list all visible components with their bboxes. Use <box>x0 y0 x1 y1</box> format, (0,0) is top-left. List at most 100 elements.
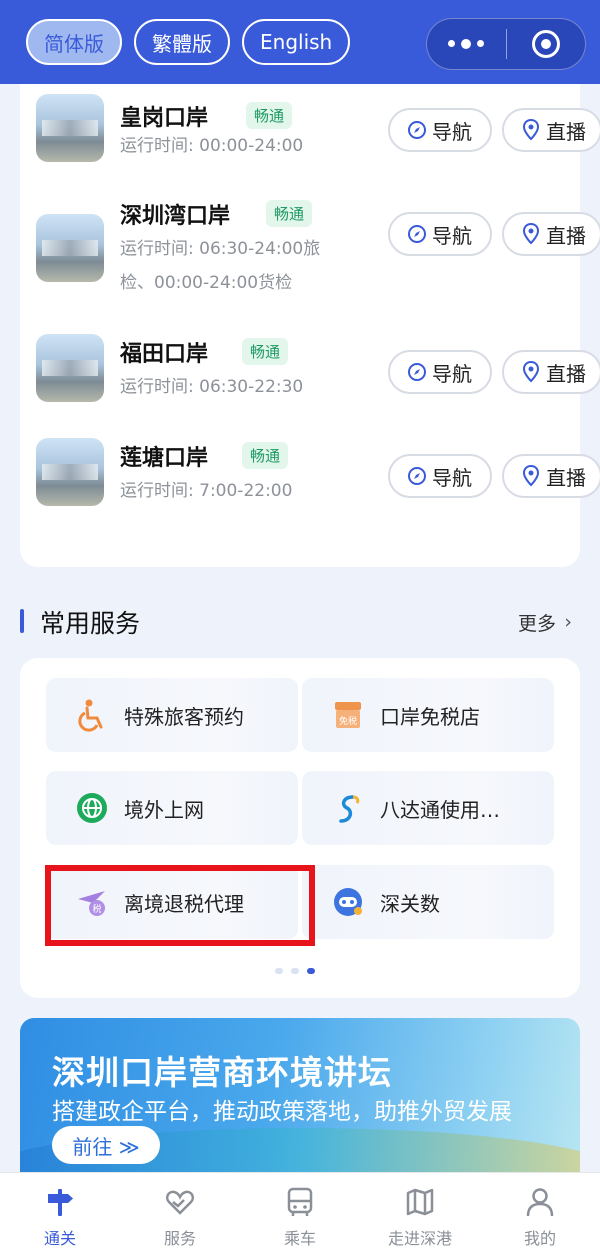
wheelchair-icon <box>74 697 110 733</box>
port-item: 莲塘口岸 畅通 运行时间: 7:00-22:00 导航 直播 <box>36 438 600 528</box>
live-label: 直播 <box>546 465 586 490</box>
tab-explore[interactable]: 走进深港 <box>360 1173 480 1255</box>
user-icon <box>523 1185 557 1219</box>
port-hours: 运行时间: 06:30-22:30 <box>120 377 304 397</box>
compass-icon <box>406 223 428 245</box>
service-tax-refund[interactable]: 税 离境退税代理 <box>46 865 298 939</box>
tab-transit[interactable]: 乘车 <box>240 1173 360 1255</box>
live-label: 直播 <box>546 361 586 386</box>
service-label: 八达通使用… <box>380 797 500 822</box>
port-item: 皇岗口岸 畅通 运行时间: 00:00-24:00 导航 直播 <box>36 94 600 184</box>
more-link[interactable]: 更多 <box>518 609 556 636</box>
service-label: 境外上网 <box>124 797 204 822</box>
miniprogram-capsule <box>426 18 586 70</box>
live-button[interactable]: 直播 <box>502 108 600 152</box>
map-icon <box>403 1185 437 1219</box>
port-photo <box>36 94 104 162</box>
service-label: 深关数 <box>380 891 440 916</box>
port-hours: 运行时间: 7:00-22:00 <box>120 481 293 501</box>
navigate-label: 导航 <box>432 119 472 144</box>
status-badge: 畅通 <box>246 102 293 129</box>
close-miniprogram-icon[interactable] <box>507 30 586 58</box>
port-name: 深圳湾口岸 <box>120 204 231 229</box>
location-pin-icon <box>520 361 542 383</box>
banner-subtitle: 搭建政企平台，推动政策落地，助推外贸发展 <box>52 1099 512 1125</box>
port-photo <box>36 214 104 282</box>
robot-icon <box>330 884 366 920</box>
live-label: 直播 <box>546 119 586 144</box>
promo-banner[interactable]: 深圳口岸营商环境讲坛 搭建政企平台，推动政策落地，助推外贸发展 前往 ≫ <box>20 1018 580 1178</box>
service-duty-free[interactable]: 免税 口岸免税店 <box>302 678 554 752</box>
navigate-label: 导航 <box>432 223 472 248</box>
services-card: 特殊旅客预约 免税 口岸免税店 境外上网 八达通使用… 税 离境退税代理 深关数 <box>20 658 580 998</box>
svg-text:税: 税 <box>92 903 101 915</box>
lang-simplified-button[interactable]: 简体版 <box>26 19 122 65</box>
tab-label: 服务 <box>163 1229 196 1248</box>
tab-services[interactable]: 服务 <box>120 1173 240 1255</box>
bottom-tab-bar: 通关 服务 乘车 走进深港 我的 <box>0 1172 600 1255</box>
service-label: 离境退税代理 <box>124 891 244 916</box>
svg-text:免税: 免税 <box>339 715 357 727</box>
page-dot-active <box>307 968 315 974</box>
service-special-passenger[interactable]: 特殊旅客预约 <box>46 678 298 752</box>
chevron-right-icon[interactable]: › <box>564 611 572 633</box>
port-hours: 运行时间: 00:00-24:00 <box>120 136 304 156</box>
service-octopus[interactable]: 八达通使用… <box>302 771 554 845</box>
compass-icon <box>406 361 428 383</box>
banner-title: 深圳口岸营商环境讲坛 <box>52 1053 392 1092</box>
heart-hands-icon <box>163 1185 197 1219</box>
banner-go-button[interactable]: 前往 ≫ <box>52 1126 160 1164</box>
compass-icon <box>406 465 428 487</box>
location-pin-icon <box>520 465 542 487</box>
tab-profile[interactable]: 我的 <box>480 1173 600 1255</box>
status-badge: 畅通 <box>266 200 313 227</box>
port-item: 深圳湾口岸 畅通 运行时间: 06:30-24:00旅检、00:00-24:00… <box>36 196 600 306</box>
lang-english-button[interactable]: English <box>242 19 351 65</box>
page-indicator <box>275 968 315 974</box>
signpost-icon <box>43 1185 77 1219</box>
globe-icon <box>74 790 110 826</box>
navigate-button[interactable]: 导航 <box>388 350 492 394</box>
navigate-button[interactable]: 导航 <box>388 454 492 498</box>
section-title: 常用服务 <box>40 609 141 638</box>
navigate-button[interactable]: 导航 <box>388 212 492 256</box>
lang-traditional-button[interactable]: 繁體版 <box>134 19 230 65</box>
live-button[interactable]: 直播 <box>502 212 600 256</box>
tax-refund-plane-icon: 税 <box>74 884 110 920</box>
port-hours: 运行时间: 06:30-24:00旅检、00:00-24:00货检 <box>120 239 321 293</box>
page-dot <box>291 968 299 974</box>
live-button[interactable]: 直播 <box>502 454 600 498</box>
port-photo <box>36 438 104 506</box>
tab-label: 走进深港 <box>387 1229 452 1248</box>
tab-clearance[interactable]: 通关 <box>0 1173 120 1255</box>
compass-icon <box>406 119 428 141</box>
navigate-button[interactable]: 导航 <box>388 108 492 152</box>
service-label: 口岸免税店 <box>380 704 480 729</box>
port-name: 福田口岸 <box>120 342 209 367</box>
service-shenguanshu[interactable]: 深关数 <box>302 865 554 939</box>
duty-free-shop-icon: 免税 <box>330 697 366 733</box>
navigate-label: 导航 <box>432 465 472 490</box>
port-photo <box>36 334 104 402</box>
tab-label: 乘车 <box>283 1229 316 1248</box>
port-item: 福田口岸 畅通 运行时间: 06:30-22:30 导航 直播 <box>36 334 600 424</box>
section-accent-bar <box>20 609 24 633</box>
more-options-icon[interactable] <box>427 38 506 49</box>
port-name: 皇岗口岸 <box>120 106 209 131</box>
location-pin-icon <box>520 119 542 141</box>
service-label: 特殊旅客预约 <box>124 704 244 729</box>
live-button[interactable]: 直播 <box>502 350 600 394</box>
octopus-card-icon <box>330 790 366 826</box>
live-label: 直播 <box>546 223 586 248</box>
location-pin-icon <box>520 223 542 245</box>
status-badge: 畅通 <box>242 442 289 469</box>
navigate-label: 导航 <box>432 361 472 386</box>
tab-label: 通关 <box>43 1229 76 1248</box>
port-list-card: 皇岗口岸 畅通 运行时间: 00:00-24:00 导航 直播 深圳湾口岸 畅通… <box>20 84 600 567</box>
status-badge: 畅通 <box>242 338 289 365</box>
bus-icon <box>283 1185 317 1219</box>
port-name: 莲塘口岸 <box>120 446 209 471</box>
tab-label: 我的 <box>523 1229 556 1248</box>
top-bar: 简体版 繁體版 English <box>0 0 600 84</box>
service-overseas-internet[interactable]: 境外上网 <box>46 771 298 845</box>
